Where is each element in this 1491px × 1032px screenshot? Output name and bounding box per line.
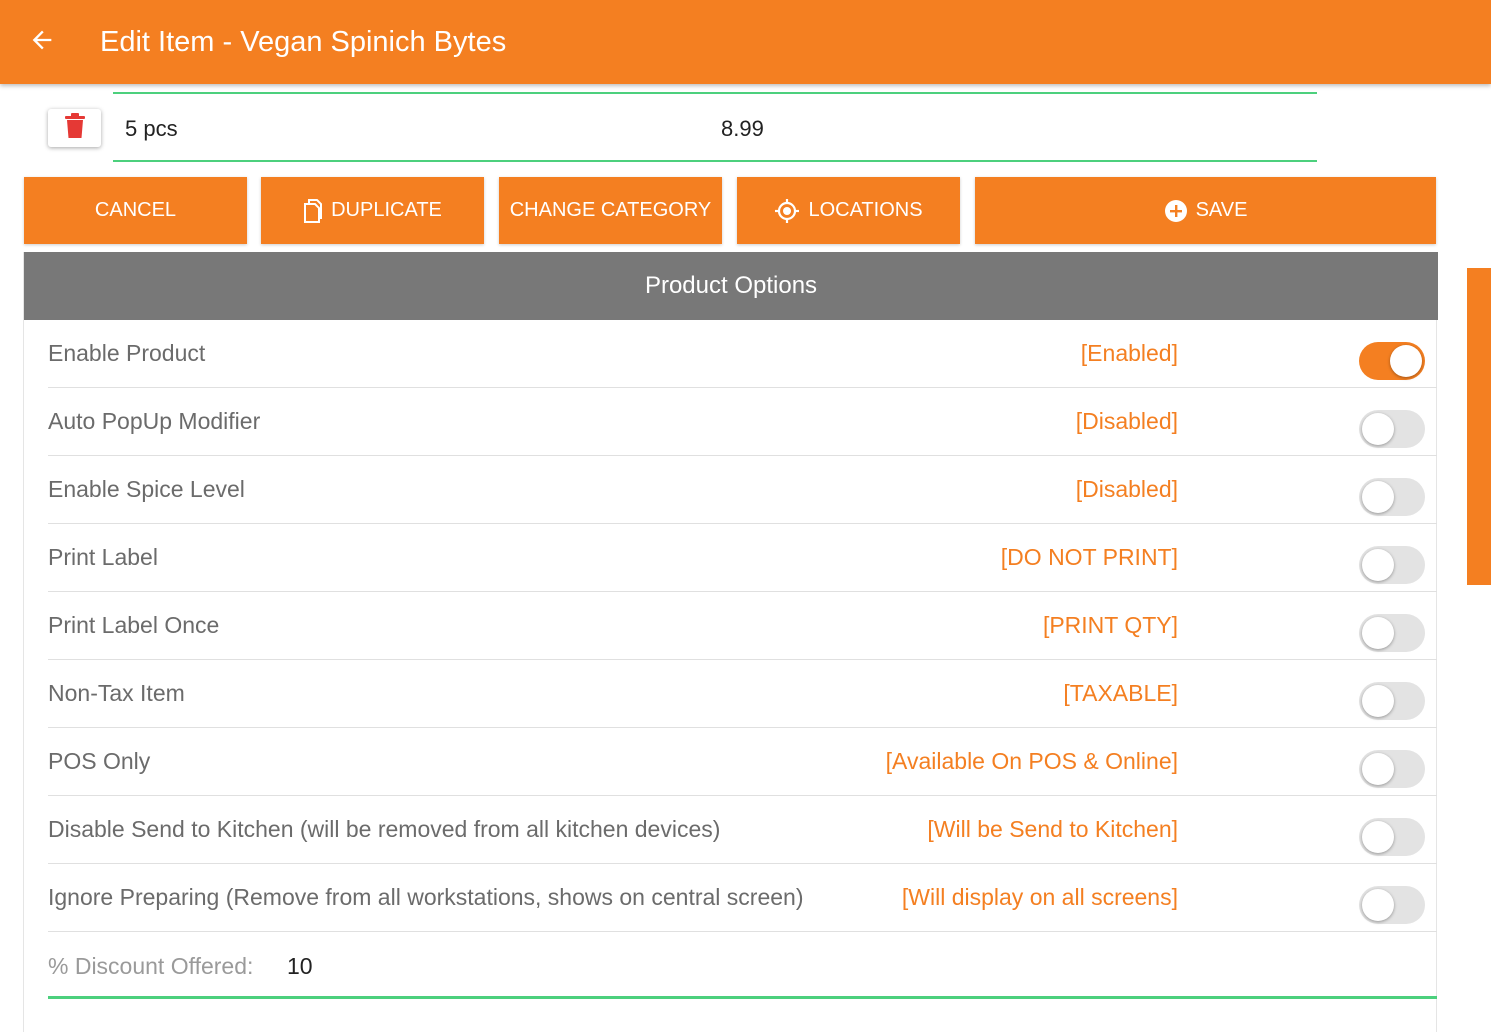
variant-price[interactable]: 8.99 [721, 116, 764, 142]
app-bar: Edit Item - Vegan Spinich Bytes [0, 0, 1491, 84]
change-category-button-label: CHANGE CATEGORY [509, 199, 712, 221]
option-label: Auto PopUp Modifier [48, 408, 261, 434]
option-status: [Available On POS & Online] [885, 748, 1178, 774]
side-drawer-handle[interactable] [1467, 268, 1491, 585]
delete-variant-button[interactable] [48, 109, 101, 147]
option-label: Non-Tax Item [48, 680, 185, 706]
cancel-button-label: CANCEL [94, 199, 177, 221]
duplicate-button-label: DUPLICATE [331, 199, 442, 221]
option-row-non-tax-item: Non-Tax Item [TAXABLE] [48, 660, 1437, 728]
enable-spice-level-toggle[interactable] [1359, 478, 1425, 516]
duplicate-button[interactable]: DUPLICATE [261, 177, 484, 244]
variant-name[interactable]: 5 pcs [125, 116, 178, 142]
trash-icon [64, 112, 86, 144]
print-label-once-toggle[interactable] [1359, 614, 1425, 652]
option-status: [Disabled] [1075, 476, 1178, 502]
option-status: [Enabled] [1080, 340, 1178, 366]
pos-only-toggle[interactable] [1359, 750, 1425, 788]
product-options-header: Product Options [24, 252, 1438, 320]
cancel-button[interactable]: CANCEL [24, 177, 247, 244]
option-row-ignore-preparing: Ignore Preparing (Remove from all workst… [48, 864, 1437, 932]
locations-button-label: LOCATIONS [808, 199, 923, 221]
option-label: POS Only [48, 748, 151, 774]
option-label: Print Label Once [48, 612, 220, 638]
option-status: [TAXABLE] [1063, 680, 1178, 706]
option-status: [Will be Send to Kitchen] [927, 816, 1178, 842]
non-tax-item-toggle[interactable] [1359, 682, 1425, 720]
option-status: [Disabled] [1075, 408, 1178, 434]
auto-popup-modifier-toggle[interactable] [1359, 410, 1425, 448]
gps-target-icon [774, 198, 800, 224]
option-row-pos-only: POS Only [Available On POS & Online] [48, 728, 1437, 796]
option-status: [PRINT QTY] [1042, 612, 1178, 638]
option-row-enable-product: Enable Product [Enabled] [48, 320, 1437, 388]
discount-label: % Discount Offered: [48, 953, 254, 979]
discount-field[interactable]: % Discount Offered: 10 [48, 932, 1437, 999]
option-label: Ignore Preparing (Remove from all workst… [48, 884, 804, 910]
option-status: [DO NOT PRINT] [1000, 544, 1178, 570]
option-label: Disable Send to Kitchen (will be removed… [48, 816, 721, 842]
action-bar: CANCEL DUPLICATE CHANGE CATEGORY LOCATIO… [0, 177, 1491, 244]
locations-button[interactable]: LOCATIONS [737, 177, 960, 244]
option-label: Enable Product [48, 340, 206, 366]
enable-product-toggle[interactable] [1359, 342, 1425, 380]
product-options-panel: Product Options Enable Product [Enabled]… [23, 252, 1438, 1032]
save-button[interactable]: SAVE [975, 177, 1436, 244]
option-row-print-label-once: Print Label Once [PRINT QTY] [48, 592, 1437, 660]
option-row-print-label: Print Label [DO NOT PRINT] [48, 524, 1437, 592]
file-copy-icon [303, 198, 323, 223]
discount-input[interactable]: 10 [287, 953, 313, 980]
save-button-label: SAVE [1195, 199, 1248, 221]
page-title: Edit Item - Vegan Spinich Bytes [100, 26, 507, 58]
arrow-left-icon [28, 26, 56, 59]
print-label-toggle[interactable] [1359, 546, 1425, 584]
option-row-enable-spice-level: Enable Spice Level [Disabled] [48, 456, 1437, 524]
option-row-auto-popup-modifier: Auto PopUp Modifier [Disabled] [48, 388, 1437, 456]
ignore-preparing-toggle[interactable] [1359, 886, 1425, 924]
back-button[interactable] [22, 22, 62, 62]
change-category-button[interactable]: CHANGE CATEGORY [499, 177, 722, 244]
variant-field[interactable]: 5 pcs 8.99 [113, 92, 1317, 162]
option-status: [Will display on all screens] [901, 884, 1178, 910]
option-label: Print Label [48, 544, 158, 570]
option-row-disable-send-to-kitchen: Disable Send to Kitchen (will be removed… [48, 796, 1437, 864]
option-label: Enable Spice Level [48, 476, 245, 502]
disable-send-to-kitchen-toggle[interactable] [1359, 818, 1425, 856]
plus-circle-icon [1164, 199, 1188, 223]
